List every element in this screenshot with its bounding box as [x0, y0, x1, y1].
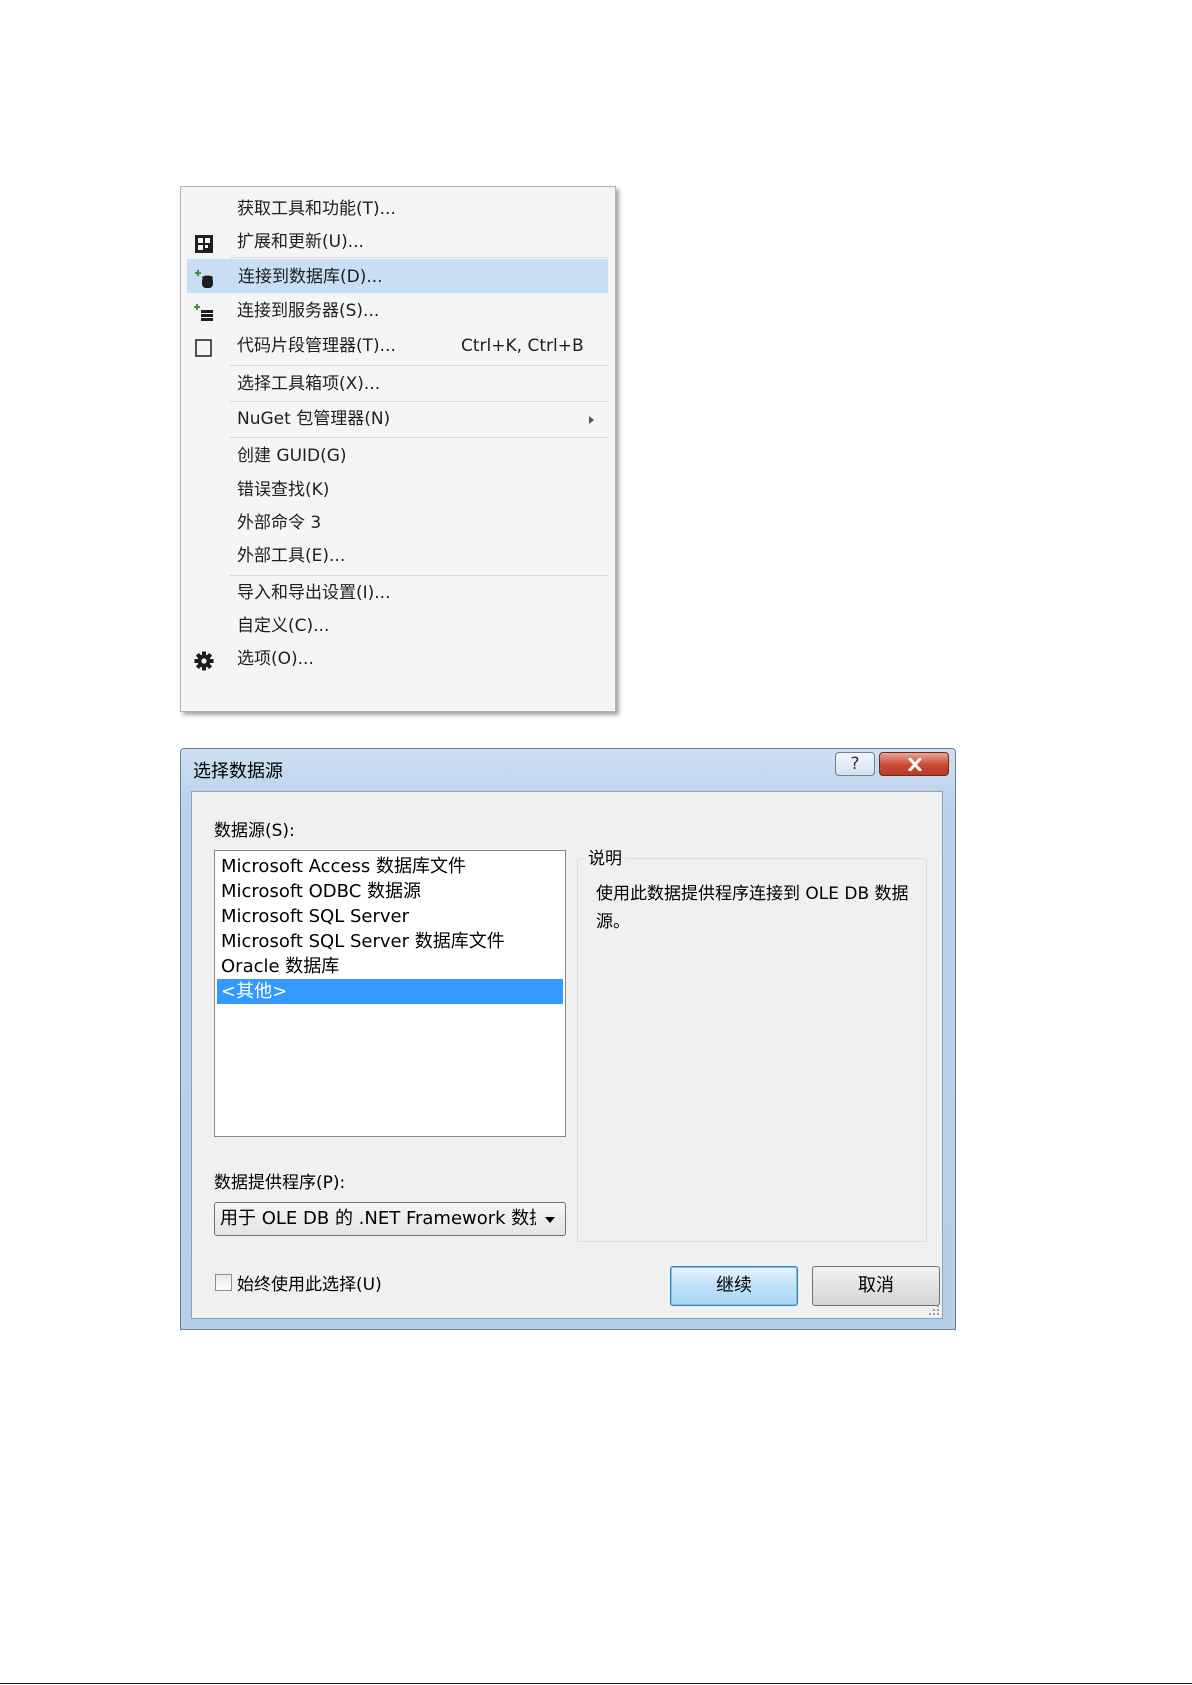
- menu-separator: [230, 437, 608, 438]
- description-text: 使用此数据提供程序连接到 OLE DB 数据源。: [596, 884, 909, 932]
- menu-item-label: 自定义(C)...: [237, 616, 330, 636]
- dialog-title: 选择数据源: [193, 761, 283, 782]
- menu-item-label: 获取工具和功能(T)...: [237, 199, 396, 219]
- menu-item[interactable]: 导入和导出设置(I)...: [187, 576, 608, 610]
- cancel-button[interactable]: 取消: [812, 1266, 940, 1306]
- menu-item[interactable]: 自定义(C)...: [187, 609, 608, 643]
- datasource-list-item[interactable]: <其他>: [217, 979, 563, 1004]
- menu-item-shortcut: Ctrl+K, Ctrl+B: [461, 336, 584, 356]
- database-connect-icon: [194, 267, 216, 288]
- menu-item-label: 创建 GUID(G): [237, 446, 347, 466]
- menu-item[interactable]: 连接到服务器(S)...: [187, 294, 608, 328]
- menu-item-label: 扩展和更新(U)...: [237, 232, 364, 252]
- server-connect-icon: [193, 301, 215, 321]
- help-button[interactable]: ?: [835, 752, 875, 776]
- menu-item[interactable]: 扩展和更新(U)...: [187, 225, 608, 259]
- menu-item[interactable]: 选项(O)...: [187, 642, 608, 676]
- continue-button[interactable]: 继续: [670, 1266, 798, 1306]
- menu-item[interactable]: 选择工具箱项(X)...: [187, 367, 608, 401]
- choose-data-source-dialog: 选择数据源 ? 数据源(S): Microsoft Access 数据库文件 Mi…: [180, 748, 956, 1330]
- menu-item-label: NuGet 包管理器(N): [237, 409, 391, 429]
- description-title: 说明: [585, 844, 625, 869]
- chevron-down-icon: [545, 1217, 555, 1223]
- menu-item-label: 连接到数据库(D)...: [238, 267, 383, 287]
- extensions-icon: [193, 232, 215, 253]
- gear-icon: [193, 649, 215, 671]
- menu-item[interactable]: 外部工具(E)...: [187, 539, 608, 573]
- dialog-body: 数据源(S): Microsoft Access 数据库文件 Microsoft …: [191, 791, 943, 1319]
- menu-item[interactable]: 代码片段管理器(T)... Ctrl+K, Ctrl+B: [187, 329, 608, 363]
- menu-item[interactable]: 外部命令 3: [187, 506, 608, 540]
- close-icon: [908, 758, 922, 771]
- snippet-icon: [193, 336, 215, 357]
- menu-item-label: 代码片段管理器(T)...: [237, 336, 396, 356]
- menu-item[interactable]: 创建 GUID(G): [187, 439, 608, 473]
- menu-item[interactable]: 错误查找(K): [187, 473, 608, 507]
- resize-grip-icon[interactable]: [928, 1304, 940, 1316]
- provider-select[interactable]: 用于 OLE DB 的 .NET Framework 数据提供程序: [214, 1202, 566, 1236]
- datasource-list-item[interactable]: Microsoft SQL Server 数据库文件: [217, 929, 563, 954]
- datasource-list-item[interactable]: Microsoft Access 数据库文件: [217, 854, 563, 879]
- datasource-list-item[interactable]: Microsoft SQL Server: [217, 904, 563, 929]
- close-button[interactable]: [879, 752, 949, 776]
- datasource-label: 数据源(S):: [214, 821, 295, 841]
- provider-label: 数据提供程序(P):: [214, 1173, 346, 1193]
- menu-item-label: 外部命令 3: [237, 513, 322, 533]
- always-use-checkbox[interactable]: [215, 1274, 232, 1291]
- menu-item-label: 选项(O)...: [237, 649, 314, 669]
- menu-item-label: 错误查找(K): [237, 480, 330, 500]
- always-use-label[interactable]: 始终使用此选择(U): [237, 1270, 382, 1295]
- menu-separator: [230, 365, 608, 366]
- menu-item[interactable]: 获取工具和功能(T)...: [187, 192, 608, 226]
- datasource-listbox[interactable]: Microsoft Access 数据库文件 Microsoft ODBC 数据源…: [214, 850, 566, 1137]
- menu-item-label: 导入和导出设置(I)...: [237, 583, 391, 603]
- provider-select-value: 用于 OLE DB 的 .NET Framework 数据提供程序: [220, 1208, 536, 1229]
- submenu-arrow-icon: [589, 416, 594, 424]
- tools-menu: 获取工具和功能(T)... 扩展和更新(U)... 连接到数据库(D)... 连接到服…: [180, 186, 616, 712]
- page-bottom-rule: [0, 1683, 1192, 1684]
- menu-item[interactable]: NuGet 包管理器(N): [187, 402, 608, 436]
- menu-item-label: 选择工具箱项(X)...: [237, 374, 381, 394]
- datasource-list-item[interactable]: Microsoft ODBC 数据源: [217, 879, 563, 904]
- menu-item-label: 外部工具(E)...: [237, 546, 346, 566]
- datasource-list-item[interactable]: Oracle 数据库: [217, 954, 563, 979]
- menu-item-label: 连接到服务器(S)...: [237, 301, 380, 321]
- menu-item[interactable]: 连接到数据库(D)...: [187, 259, 608, 293]
